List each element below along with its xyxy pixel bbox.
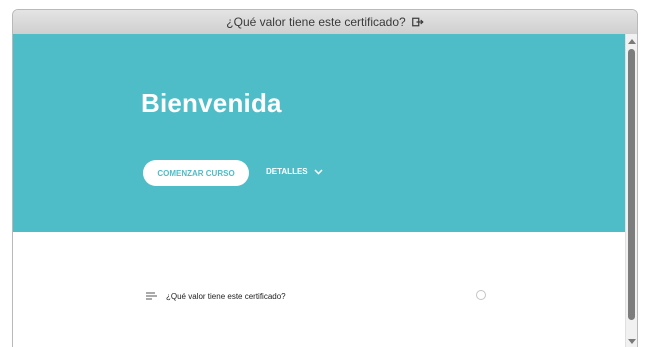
window-title: ¿Qué valor tiene este certificado? <box>226 15 406 29</box>
lesson-status-circle <box>476 290 486 300</box>
lesson-label: ¿Qué valor tiene este certificado? <box>166 291 286 301</box>
scroll-up-arrow-icon[interactable] <box>628 39 636 44</box>
scroll-down-arrow-icon[interactable] <box>628 339 636 344</box>
lesson-item[interactable]: ¿Qué valor tiene este certificado? <box>146 289 486 303</box>
title-bar: ¿Qué valor tiene este certificado? <box>13 10 637 35</box>
vertical-scrollbar[interactable] <box>625 34 637 347</box>
exit-icon[interactable] <box>411 17 424 27</box>
details-toggle[interactable]: DETALLES <box>266 167 323 176</box>
app-window: ¿Qué valor tiene este certificado? Bienv… <box>12 9 638 347</box>
hero-banner: Bienvenida COMENZAR CURSO DETALLES <box>13 34 626 232</box>
list-icon <box>146 292 158 300</box>
details-label: DETALLES <box>266 167 308 176</box>
main-content: Bienvenida COMENZAR CURSO DETALLES ¿Qué … <box>13 34 626 347</box>
chevron-down-icon <box>314 168 323 175</box>
scrollbar-thumb[interactable] <box>628 49 635 320</box>
page-title: Bienvenida <box>141 88 282 118</box>
start-course-button[interactable]: COMENZAR CURSO <box>143 160 249 186</box>
